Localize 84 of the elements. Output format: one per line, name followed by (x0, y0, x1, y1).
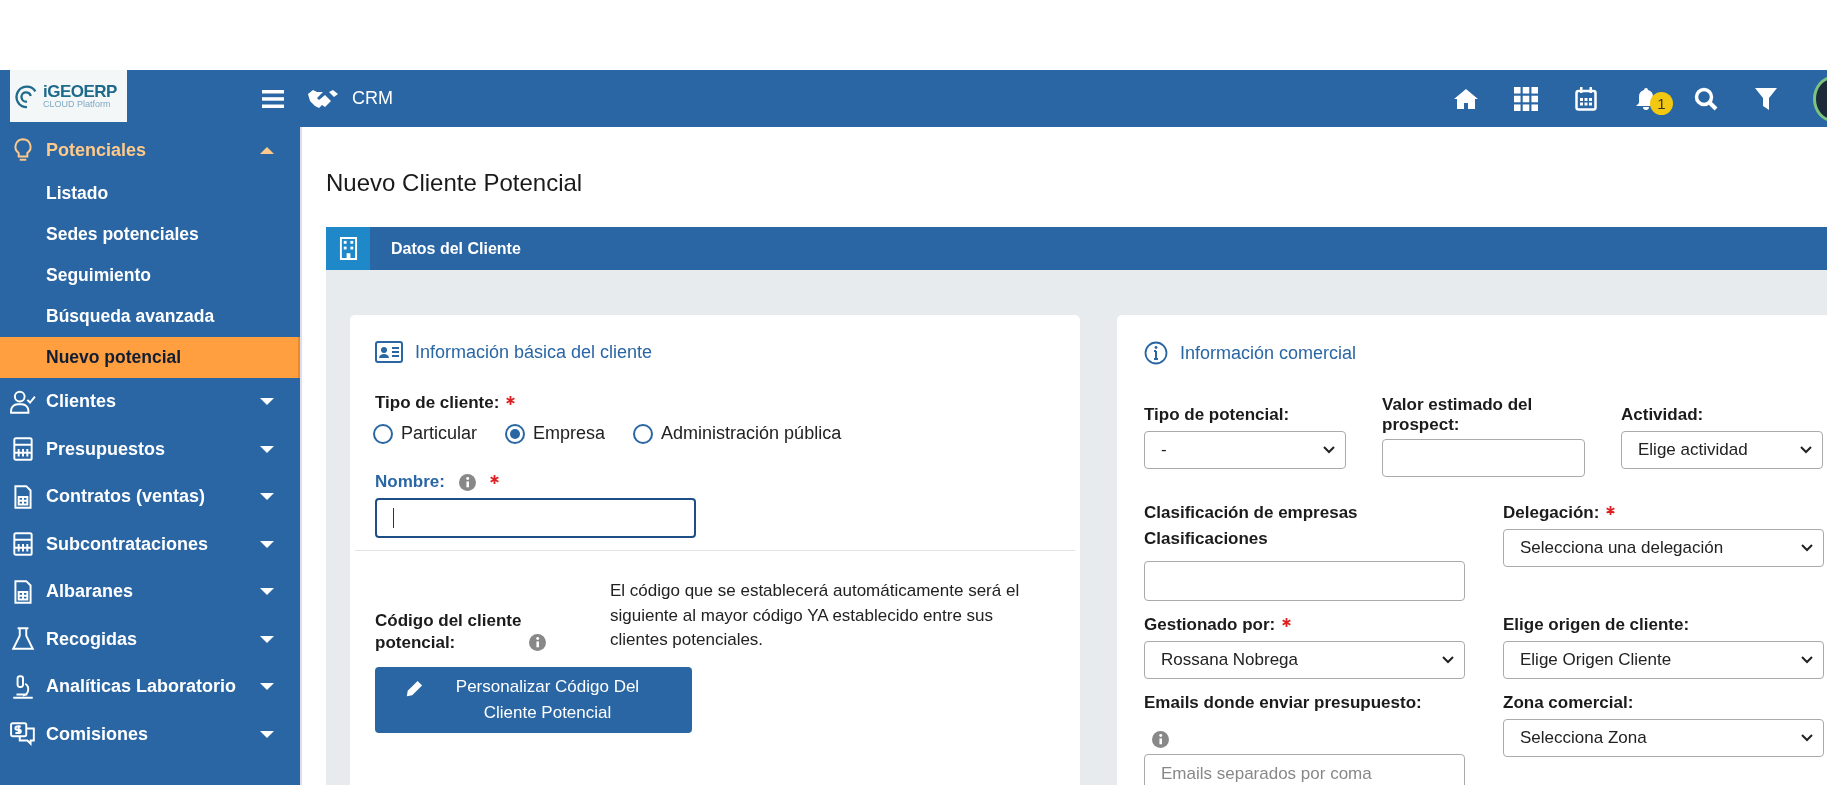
info-icon[interactable] (1152, 731, 1169, 748)
card-title: Información comercial (1180, 342, 1357, 364)
field-label: Código del cliente potencial: (375, 610, 523, 653)
info-icon[interactable] (529, 633, 546, 651)
select-dropdown[interactable]: Rossana Nobrega (1144, 641, 1465, 679)
submenu-item[interactable]: Nuevo potencial (0, 337, 300, 378)
select-dropdown[interactable]: - (1144, 431, 1346, 469)
caret-icon[interactable] (260, 146, 274, 154)
field-label: Nombre: (375, 472, 445, 492)
text-input[interactable]: Emails separados por coma (1144, 754, 1465, 785)
user-check-icon (10, 388, 36, 415)
building-icon (338, 237, 358, 260)
chevron-down-icon (1801, 544, 1813, 552)
logo-name: iGEOERP (43, 83, 117, 100)
field-label: Tipo de cliente: (375, 393, 500, 413)
chevron-down-icon (1801, 656, 1813, 664)
info-icon[interactable] (458, 473, 476, 491)
radio-label[interactable]: Administración pública (661, 423, 842, 444)
radio-label[interactable]: Empresa (533, 423, 606, 444)
submenu-item[interactable]: Búsqueda avanzada (0, 296, 300, 337)
select-dropdown[interactable]: Selecciona Zona (1503, 719, 1824, 757)
section-title: Datos del Cliente (391, 239, 521, 258)
text-input[interactable] (1382, 439, 1585, 477)
text-input[interactable] (1144, 561, 1465, 601)
field-label: Gestionado por: (1144, 615, 1276, 635)
info-icon (1144, 341, 1168, 365)
sidebar-item[interactable]: Subcontrataciones (0, 520, 300, 568)
select-dropdown[interactable]: Selecciona una delegación (1503, 529, 1824, 567)
search-icon[interactable] (1693, 86, 1719, 111)
radio-label[interactable]: Particular (401, 423, 478, 444)
submenu-item[interactable]: Listado (0, 173, 300, 214)
radio-button[interactable] (505, 423, 526, 444)
submenu-item[interactable]: Sedes potenciales (0, 214, 300, 255)
chat-dollar-icon (10, 721, 36, 748)
field-label: Elige origen de cliente: (1503, 615, 1690, 635)
sidebar-item[interactable]: Contratos (ventas) (0, 473, 300, 521)
select-dropdown[interactable]: Elige Origen Cliente (1503, 641, 1824, 679)
field-label: Delegación: (1503, 503, 1600, 523)
select-dropdown[interactable]: Elige actividad (1621, 431, 1823, 469)
chevron-down-icon (1442, 656, 1454, 664)
sidebar-item[interactable]: Clientes (0, 378, 300, 426)
logo[interactable]: iGEOERP CLOUD Platform (10, 70, 127, 122)
calculator-icon (10, 436, 36, 463)
pencil-icon (404, 679, 423, 698)
menu-icon[interactable] (262, 89, 284, 108)
required-asterisk-icon (506, 396, 516, 405)
field-label: Zona comercial: (1503, 693, 1634, 713)
grid-icon[interactable] (1513, 86, 1539, 111)
logo-tagline: CLOUD Platform (43, 100, 112, 109)
field-sublabel: Clasificaciones (1144, 529, 1269, 549)
sidebar-item[interactable]: Potenciales (0, 127, 300, 173)
radio-button[interactable] (633, 423, 654, 444)
field-label: Valor estimado del prospect: (1382, 395, 1534, 435)
field-label: Actividad: (1621, 405, 1704, 425)
microscope-icon (10, 673, 36, 700)
submenu-item[interactable]: Seguimiento (0, 255, 300, 296)
sidebar-item[interactable]: Recogidas (0, 615, 300, 663)
required-asterisk-icon (1282, 618, 1292, 627)
home-icon[interactable] (1453, 86, 1479, 111)
field-label: Emails donde enviar presupuesto: (1144, 693, 1422, 713)
chevron-down-icon (1800, 446, 1812, 454)
flask-icon (10, 626, 36, 653)
sidebar-item[interactable]: Presupuestos (0, 425, 300, 473)
field-label: Tipo de potencial: (1144, 405, 1290, 425)
sidebar-item[interactable]: Comisiones (0, 710, 300, 758)
sidebar-item[interactable]: Analíticas Laboratorio (0, 663, 300, 711)
module-title: CRM (352, 88, 393, 109)
sidebar-item[interactable]: Albaranes (0, 568, 300, 616)
required-asterisk-icon (489, 475, 499, 484)
customize-code-button[interactable]: Personalizar Código Del Cliente Potencial (375, 666, 692, 733)
radio-button[interactable] (373, 423, 393, 444)
name-input[interactable] (375, 498, 696, 538)
filter-icon[interactable] (1753, 86, 1779, 111)
chevron-down-icon (1323, 446, 1335, 454)
calculator-icon (10, 531, 36, 558)
description-text: El código que se establecerá automáticamente será el siguiente al mayor código YA establecido entre sus clientes potenciales. (610, 580, 1021, 652)
notification-badge: 1 (1650, 91, 1673, 115)
chevron-down-icon (1801, 734, 1813, 742)
id-card-icon (375, 341, 403, 363)
page-title: Nuevo Cliente Potencial (326, 169, 584, 197)
card-title: Información básica del cliente (415, 341, 653, 363)
required-asterisk-icon (1606, 506, 1616, 515)
field-label: Clasificación de empresas (1144, 503, 1358, 523)
calendar-icon[interactable] (1573, 86, 1599, 111)
